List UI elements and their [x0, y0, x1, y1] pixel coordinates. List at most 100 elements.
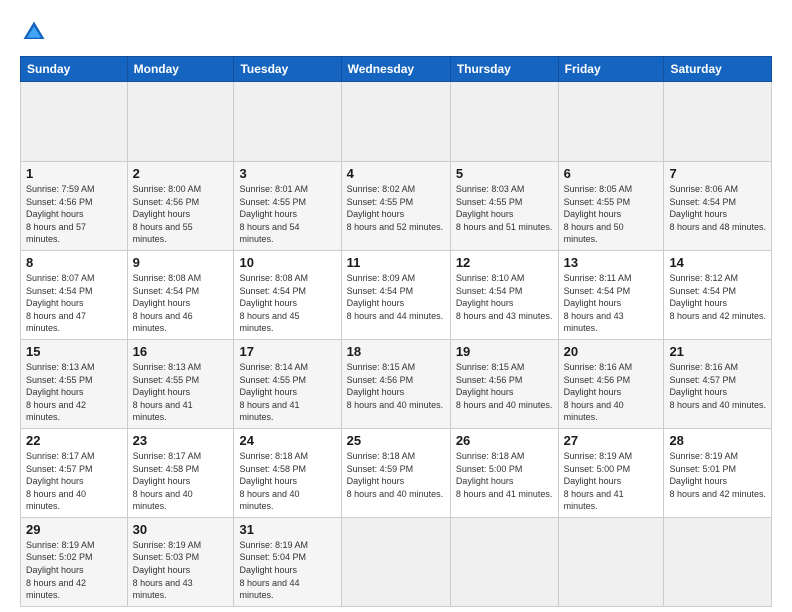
day-number: 19	[456, 344, 553, 359]
table-row	[664, 517, 772, 606]
table-row	[127, 82, 234, 162]
table-row: 2 Sunrise: 8:00 AMSunset: 4:56 PMDaylight…	[127, 162, 234, 251]
calendar-week-row	[21, 82, 772, 162]
day-number: 18	[347, 344, 445, 359]
calendar-table: Sunday Monday Tuesday Wednesday Thursday…	[20, 56, 772, 607]
table-row: 8 Sunrise: 8:07 AMSunset: 4:54 PMDaylight…	[21, 250, 128, 339]
day-info: Sunrise: 8:01 AMSunset: 4:55 PMDaylight …	[239, 183, 335, 246]
col-sunday: Sunday	[21, 57, 128, 82]
table-row: 29Sunrise: 8:19 AMSunset: 5:02 PMDayligh…	[21, 517, 128, 606]
table-row	[558, 82, 664, 162]
col-tuesday: Tuesday	[234, 57, 341, 82]
day-info: Sunrise: 8:07 AMSunset: 4:54 PMDaylight …	[26, 272, 122, 335]
table-row: 27 Sunrise: 8:19 AMSunset: 5:00 PMDayligh…	[558, 428, 664, 517]
logo	[20, 18, 50, 46]
day-number: 16	[133, 344, 229, 359]
table-row: 5Sunrise: 8:03 AMSunset: 4:55 PMDaylight…	[450, 162, 558, 251]
day-info: Sunrise: 8:13 AMSunset: 4:55 PMDaylight …	[26, 361, 122, 424]
day-info: Sunrise: 8:17 AMSunset: 4:57 PMDaylight …	[26, 450, 122, 513]
table-row	[234, 82, 341, 162]
col-thursday: Thursday	[450, 57, 558, 82]
calendar-week-row: 22 Sunrise: 8:17 AMSunset: 4:57 PMDayligh…	[21, 428, 772, 517]
day-info: Sunrise: 8:05 AMSunset: 4:55 PMDaylight …	[564, 183, 659, 246]
day-info: Sunrise: 8:18 AMSunset: 5:00 PMDaylight …	[456, 450, 553, 500]
col-saturday: Saturday	[664, 57, 772, 82]
table-row: 31Sunrise: 8:19 AMSunset: 5:04 PMDayligh…	[234, 517, 341, 606]
table-row: 23 Sunrise: 8:17 AMSunset: 4:58 PMDayligh…	[127, 428, 234, 517]
table-row	[450, 517, 558, 606]
day-number: 24	[239, 433, 335, 448]
day-number: 23	[133, 433, 229, 448]
table-row: 17Sunrise: 8:14 AMSunset: 4:55 PMDayligh…	[234, 339, 341, 428]
day-number: 21	[669, 344, 766, 359]
table-row: 7Sunrise: 8:06 AMSunset: 4:54 PMDaylight…	[664, 162, 772, 251]
day-number: 20	[564, 344, 659, 359]
day-number: 4	[347, 166, 445, 181]
day-number: 15	[26, 344, 122, 359]
day-number: 2	[133, 166, 229, 181]
table-row: 12Sunrise: 8:10 AMSunset: 4:54 PMDayligh…	[450, 250, 558, 339]
table-row: 1Sunrise: 7:59 AMSunset: 4:56 PMDaylight…	[21, 162, 128, 251]
table-row: 22 Sunrise: 8:17 AMSunset: 4:57 PMDayligh…	[21, 428, 128, 517]
header	[20, 18, 772, 46]
table-row	[664, 82, 772, 162]
table-row: 14Sunrise: 8:12 AMSunset: 4:54 PMDayligh…	[664, 250, 772, 339]
day-info: Sunrise: 8:19 AMSunset: 5:03 PMDaylight …	[133, 539, 229, 602]
table-row	[21, 82, 128, 162]
day-number: 11	[347, 255, 445, 270]
day-info: Sunrise: 8:08 AMSunset: 4:54 PMDaylight …	[133, 272, 229, 335]
table-row: 4Sunrise: 8:02 AMSunset: 4:55 PMDaylight…	[341, 162, 450, 251]
day-info: Sunrise: 8:19 AMSunset: 5:02 PMDaylight …	[26, 539, 122, 602]
table-row: 26Sunrise: 8:18 AMSunset: 5:00 PMDayligh…	[450, 428, 558, 517]
day-number: 8	[26, 255, 122, 270]
day-info: Sunrise: 8:17 AMSunset: 4:58 PMDaylight …	[133, 450, 229, 513]
table-row	[341, 82, 450, 162]
day-info: Sunrise: 8:18 AMSunset: 4:59 PMDaylight …	[347, 450, 445, 500]
table-row: 25 Sunrise: 8:18 AMSunset: 4:59 PMDayligh…	[341, 428, 450, 517]
day-number: 10	[239, 255, 335, 270]
table-row: 6 Sunrise: 8:05 AMSunset: 4:55 PMDaylight…	[558, 162, 664, 251]
day-info: Sunrise: 8:03 AMSunset: 4:55 PMDaylight …	[456, 183, 553, 233]
day-number: 22	[26, 433, 122, 448]
col-friday: Friday	[558, 57, 664, 82]
day-number: 30	[133, 522, 229, 537]
calendar-header-row: Sunday Monday Tuesday Wednesday Thursday…	[21, 57, 772, 82]
table-row: 16 Sunrise: 8:13 AMSunset: 4:55 PMDayligh…	[127, 339, 234, 428]
table-row: 15 Sunrise: 8:13 AMSunset: 4:55 PMDayligh…	[21, 339, 128, 428]
table-row	[558, 517, 664, 606]
day-number: 9	[133, 255, 229, 270]
day-number: 13	[564, 255, 659, 270]
day-info: Sunrise: 8:18 AMSunset: 4:58 PMDaylight …	[239, 450, 335, 513]
table-row: 20 Sunrise: 8:16 AMSunset: 4:56 PMDayligh…	[558, 339, 664, 428]
day-number: 25	[347, 433, 445, 448]
day-number: 31	[239, 522, 335, 537]
day-info: Sunrise: 8:16 AMSunset: 4:56 PMDaylight …	[564, 361, 659, 424]
col-monday: Monday	[127, 57, 234, 82]
table-row: 18 Sunrise: 8:15 AMSunset: 4:56 PMDayligh…	[341, 339, 450, 428]
day-info: Sunrise: 8:19 AMSunset: 5:01 PMDaylight …	[669, 450, 766, 500]
day-info: Sunrise: 8:12 AMSunset: 4:54 PMDaylight …	[669, 272, 766, 322]
day-info: Sunrise: 8:16 AMSunset: 4:57 PMDaylight …	[669, 361, 766, 411]
calendar-week-row: 1Sunrise: 7:59 AMSunset: 4:56 PMDaylight…	[21, 162, 772, 251]
day-number: 27	[564, 433, 659, 448]
day-info: Sunrise: 8:06 AMSunset: 4:54 PMDaylight …	[669, 183, 766, 233]
day-info: Sunrise: 8:09 AMSunset: 4:54 PMDaylight …	[347, 272, 445, 322]
calendar-week-row: 15 Sunrise: 8:13 AMSunset: 4:55 PMDayligh…	[21, 339, 772, 428]
day-number: 1	[26, 166, 122, 181]
day-info: Sunrise: 8:14 AMSunset: 4:55 PMDaylight …	[239, 361, 335, 424]
calendar-week-row: 29Sunrise: 8:19 AMSunset: 5:02 PMDayligh…	[21, 517, 772, 606]
day-info: Sunrise: 8:15 AMSunset: 4:56 PMDaylight …	[456, 361, 553, 411]
table-row	[450, 82, 558, 162]
calendar-week-row: 8 Sunrise: 8:07 AMSunset: 4:54 PMDaylight…	[21, 250, 772, 339]
day-info: Sunrise: 8:15 AMSunset: 4:56 PMDaylight …	[347, 361, 445, 411]
table-row: 28Sunrise: 8:19 AMSunset: 5:01 PMDayligh…	[664, 428, 772, 517]
day-info: Sunrise: 8:00 AMSunset: 4:56 PMDaylight …	[133, 183, 229, 246]
table-row: 19 Sunrise: 8:15 AMSunset: 4:56 PMDayligh…	[450, 339, 558, 428]
day-info: Sunrise: 8:11 AMSunset: 4:54 PMDaylight …	[564, 272, 659, 335]
day-info: Sunrise: 8:19 AMSunset: 5:00 PMDaylight …	[564, 450, 659, 513]
day-info: Sunrise: 8:13 AMSunset: 4:55 PMDaylight …	[133, 361, 229, 424]
day-number: 6	[564, 166, 659, 181]
table-row: 9 Sunrise: 8:08 AMSunset: 4:54 PMDaylight…	[127, 250, 234, 339]
logo-icon	[20, 18, 48, 46]
table-row: 24 Sunrise: 8:18 AMSunset: 4:58 PMDayligh…	[234, 428, 341, 517]
